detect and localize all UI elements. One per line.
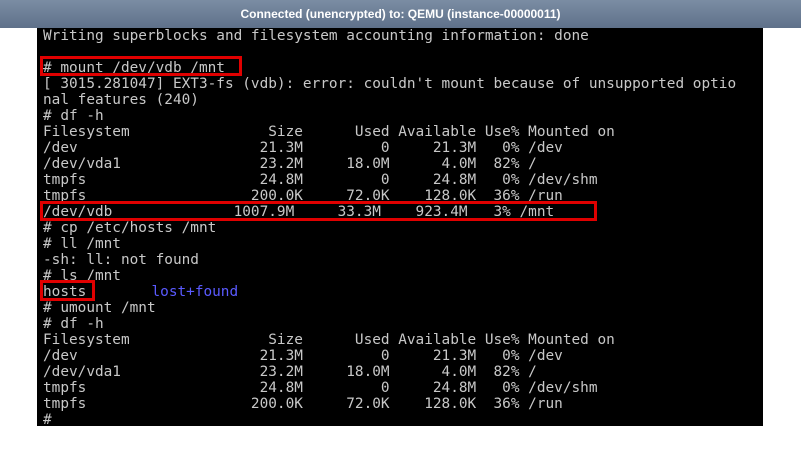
terminal-line: [ 3015.281047] EXT3-fs (vdb): error: cou…: [43, 76, 737, 92]
terminal-line: Filesystem Size Used Available Use% Moun…: [43, 332, 615, 348]
terminal-dir-entry-lost-found: lost+found: [151, 284, 239, 300]
window-title: Connected (unencrypted) to: QEMU (instan…: [240, 7, 561, 21]
terminal-line: # ls /mnt: [43, 268, 121, 284]
terminal-line: # ll /mnt: [43, 236, 121, 252]
terminal-line: Writing superblocks and filesystem accou…: [43, 28, 589, 44]
terminal-line: /dev 21.3M 0 21.3M 0% /dev: [43, 140, 563, 156]
terminal-cursor: _: [60, 412, 70, 426]
vnc-title-bar: Connected (unencrypted) to: QEMU (instan…: [0, 0, 801, 28]
terminal-line: # cp /etc/hosts /mnt: [43, 220, 217, 236]
right-margin: [763, 28, 801, 451]
terminal-line: # umount /mnt: [43, 300, 156, 316]
terminal-line: -sh: ll: not found: [43, 252, 199, 268]
terminal-line: nal features (240): [43, 92, 199, 108]
terminal-line: tmpfs 200.0K 72.0K 128.0K 36% /run: [43, 396, 563, 412]
terminal-prompt-line: #: [43, 412, 61, 426]
terminal-line: tmpfs 24.8M 0 24.8M 0% /dev/shm: [43, 172, 598, 188]
terminal-line: # df -h: [43, 316, 104, 332]
terminal-line: /dev/vda1 23.2M 18.0M 4.0M 82% /: [43, 364, 537, 380]
terminal-line: Filesystem Size Used Available Use% Moun…: [43, 124, 615, 140]
left-margin: [0, 28, 37, 451]
terminal-line: tmpfs 24.8M 0 24.8M 0% /dev/shm: [43, 380, 598, 396]
terminal-line: /dev/vda1 23.2M 18.0M 4.0M 82% /: [43, 156, 537, 172]
terminal-line-hosts-file: hosts: [43, 284, 87, 300]
terminal-line: /dev 21.3M 0 21.3M 0% /dev: [43, 348, 563, 364]
terminal-line-vdb-row: /dev/vdb 1007.9M 33.3M 923.4M 3% /mnt: [43, 204, 555, 220]
terminal-line: # df -h: [43, 108, 104, 124]
terminal-line-mount-command: # mount /dev/vdb /mnt: [43, 60, 225, 76]
terminal-line: tmpfs 200.0K 72.0K 128.0K 36% /run: [43, 188, 563, 204]
terminal-screen[interactable]: Writing superblocks and filesystem accou…: [37, 28, 763, 426]
